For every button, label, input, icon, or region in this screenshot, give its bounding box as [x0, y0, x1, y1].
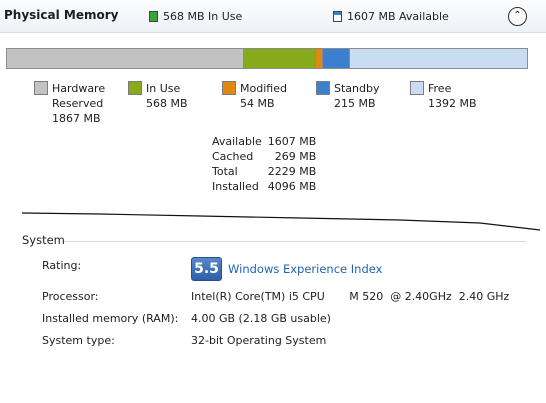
available-summary: 1607 MB Available [333, 10, 449, 23]
memory-stats-table: Available 1607 MB Cached 269 MB Total 2229 … [212, 134, 316, 194]
memory-bar-segment-standby [322, 49, 351, 68]
free-swatch-icon [410, 81, 424, 95]
processor-label: Processor: [42, 290, 99, 303]
available-summary-text: 1607 MB Available [347, 10, 449, 23]
legend-hardware-text: Hardware Reserved 1867 MB [52, 81, 105, 126]
standby-swatch-icon [316, 81, 330, 95]
screenshot-tear-line [21, 212, 541, 231]
section-title-physical-memory: Physical Memory [4, 8, 119, 22]
in-use-swatch-icon [149, 11, 158, 22]
section-divider [64, 241, 526, 242]
stat-label: Total [212, 165, 238, 178]
stat-row-installed: Installed 4096 MB [212, 179, 316, 194]
rating-label: Rating: [42, 259, 82, 272]
stat-row-cached: Cached 269 MB [212, 149, 316, 164]
stat-value: 269 MB [274, 150, 317, 163]
section-title-system: System [22, 233, 65, 247]
stat-label: Cached [212, 150, 254, 163]
physical-memory-header: Physical Memory 568 MB In Use 1607 MB Av… [0, 0, 546, 33]
legend-standby-label: Standby [334, 82, 380, 95]
legend-hardware-label: Hardware [52, 82, 106, 95]
stat-value: 4096 MB [267, 180, 317, 193]
legend-free-value: 1392 MB [428, 97, 477, 110]
legend-hardware-value: 1867 MB [52, 112, 101, 125]
memory-usage-bar [6, 48, 528, 69]
legend-in-use-value: 568 MB [146, 97, 188, 110]
legend-modified-text: Modified 54 MB [240, 81, 287, 111]
legend-standby-text: Standby 215 MB [334, 81, 379, 111]
legend-in-use-label: In Use [146, 82, 181, 95]
windows-experience-index-link[interactable]: Windows Experience Index [228, 262, 382, 276]
stat-label: Installed [212, 180, 259, 193]
legend-free-text: Free 1392 MB [428, 81, 477, 111]
system-type-label: System type: [42, 334, 115, 347]
memory-bar-segment-in-use [244, 49, 317, 68]
legend-modified-value: 54 MB [240, 97, 275, 110]
collapse-chevron-up-icon[interactable]: ⌃ [508, 7, 527, 26]
stat-value: 2229 MB [267, 165, 317, 178]
wei-score-badge[interactable]: 5.5 [191, 257, 222, 281]
stat-row-available: Available 1607 MB [212, 134, 316, 149]
installed-memory-value: 4.00 GB (2.18 GB usable) [191, 312, 331, 325]
legend-free-label: Free [428, 82, 452, 95]
memory-bar-segment-modified [316, 49, 323, 68]
legend-modified-label: Modified [240, 82, 287, 95]
available-swatch-icon [333, 11, 342, 22]
in-use-summary: 568 MB In Use [149, 10, 242, 23]
legend-in-use-text: In Use 568 MB [146, 81, 188, 111]
legend-standby-value: 215 MB [334, 97, 376, 110]
hardware-swatch-icon [34, 81, 48, 95]
stat-value: 1607 MB [267, 135, 317, 148]
installed-memory-label: Installed memory (RAM): [42, 312, 179, 325]
memory-bar-segment-free [350, 49, 527, 68]
memory-bar-segment-hardware [7, 49, 245, 68]
legend-hardware-label-2: Reserved [52, 97, 104, 110]
in-use-summary-text: 568 MB In Use [163, 10, 243, 23]
stat-label: Available [212, 135, 262, 148]
modified-swatch-icon [222, 81, 236, 95]
system-type-value: 32-bit Operating System [191, 334, 327, 347]
processor-value: Intel(R) Core(TM) i5 CPU M 520 @ 2.40GHz… [191, 290, 510, 303]
in-use-legend-swatch-icon [128, 81, 142, 95]
stat-row-total: Total 2229 MB [212, 164, 316, 179]
